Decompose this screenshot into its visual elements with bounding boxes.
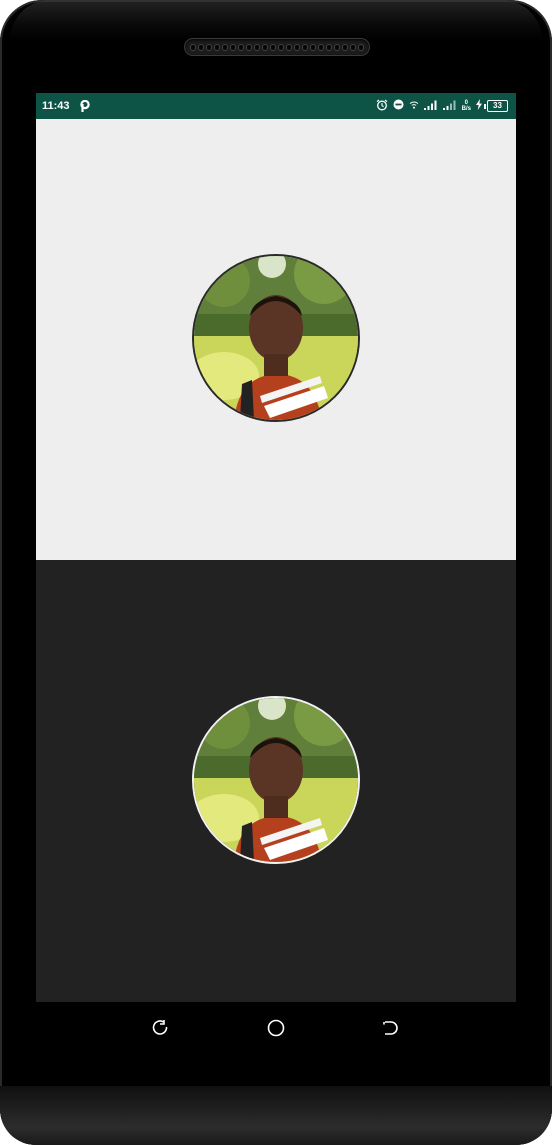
back-icon[interactable]: [150, 1018, 170, 1038]
charging-icon: [476, 99, 482, 113]
recent-apps-icon[interactable]: [380, 1018, 400, 1038]
earpiece-speaker: [184, 38, 370, 56]
signal-icon: [442, 100, 457, 113]
do-not-disturb-icon: [393, 99, 404, 113]
profile-photo-light: [192, 254, 360, 422]
phone-bottom-bezel: [0, 1086, 552, 1145]
device-screen: 11:43 0 B/s 33: [36, 93, 516, 1002]
network-speed-unit: B/s: [461, 106, 471, 112]
home-icon[interactable]: [266, 1018, 286, 1038]
light-theme-panel: [36, 119, 516, 560]
profile-photo-image: [194, 256, 358, 420]
status-time: 11:43: [42, 100, 70, 112]
signal-icon: [423, 100, 438, 113]
dark-theme-panel: [36, 560, 516, 1002]
navigation-bar: [0, 1002, 552, 1054]
status-bar: 11:43 0 B/s 33: [36, 93, 516, 119]
network-speed: 0 B/s: [462, 100, 471, 112]
profile-photo-dark: [192, 696, 360, 864]
alarm-icon: [376, 99, 388, 114]
parking-app-icon: [79, 99, 90, 112]
phone-frame: 11:43 0 B/s 33: [0, 0, 552, 1145]
profile-photo-image: [194, 698, 358, 862]
battery-icon: 33: [484, 100, 508, 112]
phone-top-bezel: [10, 0, 542, 40]
status-icons: 0 B/s 33: [376, 93, 508, 119]
wifi-icon: [409, 100, 419, 112]
